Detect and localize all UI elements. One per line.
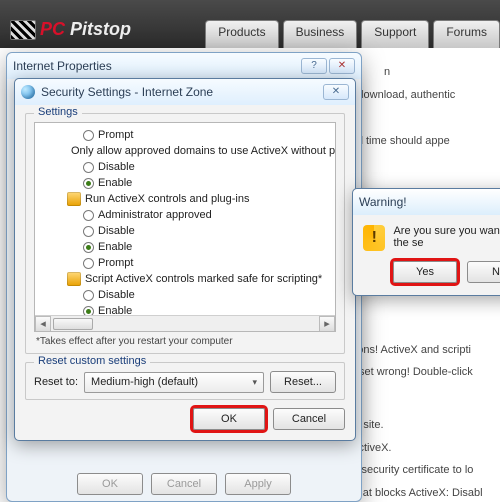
option-prompt[interactable]: Prompt [98, 129, 133, 141]
radio-icon[interactable] [83, 290, 94, 301]
settings-group: Settings Prompt Only allow approved doma… [25, 113, 345, 354]
reset-level-value: Medium-high (default) [91, 376, 198, 388]
flag-icon [10, 20, 36, 40]
reset-level-combo[interactable]: Medium-high (default) [84, 372, 264, 393]
settings-tree[interactable]: Prompt Only allow approved domains to us… [34, 122, 336, 332]
cancel-button[interactable]: Cancel [273, 408, 345, 430]
window-buttons: ? ✕ [301, 58, 355, 74]
site-nav: Products Business Support Forums [201, 20, 500, 48]
yes-button[interactable]: Yes [393, 261, 457, 283]
ip-apply-button[interactable]: Apply [225, 473, 291, 495]
reset-button[interactable]: Reset... [270, 371, 336, 393]
heading-approved-domains: Only allow approved domains to use Activ… [71, 145, 336, 157]
scroll-thumb[interactable] [53, 318, 93, 330]
site-logo: PC Pitstop [0, 13, 141, 48]
option-disable[interactable]: Disable [98, 225, 135, 237]
option-disable[interactable]: Disable [98, 289, 135, 301]
horizontal-scrollbar[interactable]: ◂ ▸ [35, 315, 335, 331]
warning-message: Are you sure you want to change the se [393, 225, 500, 249]
activex-icon [67, 272, 81, 286]
radio-icon[interactable] [83, 178, 94, 189]
reset-to-label: Reset to: [34, 376, 78, 388]
option-enable[interactable]: Enable [98, 177, 132, 189]
option-disable[interactable]: Disable [98, 161, 135, 173]
internet-properties-title: Internet Properties [13, 59, 112, 73]
internet-properties-titlebar[interactable]: Internet Properties ? ✕ [7, 53, 361, 79]
warning-icon [363, 225, 385, 251]
nav-forums[interactable]: Forums [433, 20, 500, 48]
radio-icon[interactable] [83, 242, 94, 253]
no-button[interactable]: No [467, 261, 500, 283]
scroll-left-icon[interactable]: ◂ [35, 316, 51, 332]
option-admin-approved[interactable]: Administrator approved [98, 209, 212, 221]
close-button[interactable]: ✕ [323, 84, 349, 100]
nav-products[interactable]: Products [205, 20, 278, 48]
warning-message-row: Are you sure you want to change the se [363, 225, 500, 251]
radio-icon[interactable] [83, 210, 94, 221]
security-settings-titlebar[interactable]: Security Settings - Internet Zone ✕ [15, 79, 355, 105]
scroll-right-icon[interactable]: ▸ [319, 316, 335, 332]
radio-icon[interactable] [83, 130, 94, 141]
security-settings-title: Security Settings - Internet Zone [41, 85, 213, 99]
heading-script-activex: Script ActiveX controls marked safe for … [85, 273, 322, 285]
ip-ok-button[interactable]: OK [77, 473, 143, 495]
close-button[interactable]: ✕ [329, 58, 355, 74]
ok-button[interactable]: OK [193, 408, 265, 430]
warning-dialog: Warning! ✕ Are you sure you want to chan… [352, 188, 500, 296]
restart-footnote: *Takes effect after you restart your com… [36, 336, 336, 347]
warning-titlebar[interactable]: Warning! ✕ [353, 189, 500, 215]
reset-group: Reset custom settings Reset to: Medium-h… [25, 362, 345, 400]
activex-icon [67, 192, 81, 206]
radio-icon[interactable] [83, 226, 94, 237]
radio-icon[interactable] [83, 162, 94, 173]
heading-run-activex: Run ActiveX controls and plug-ins [85, 193, 249, 205]
site-header: PC Pitstop Products Business Support For… [0, 0, 500, 48]
help-button[interactable]: ? [301, 58, 327, 74]
reset-legend: Reset custom settings [34, 355, 150, 367]
option-prompt[interactable]: Prompt [98, 257, 133, 269]
security-settings-dialog: Security Settings - Internet Zone ✕ Sett… [14, 78, 356, 441]
warning-title: Warning! [359, 195, 407, 209]
nav-support[interactable]: Support [361, 20, 429, 48]
page-text: n [384, 64, 486, 81]
globe-icon [21, 85, 35, 99]
logo-text-pitstop: Pitstop [70, 19, 131, 39]
settings-legend: Settings [34, 106, 82, 118]
radio-icon[interactable] [83, 258, 94, 269]
option-enable[interactable]: Enable [98, 241, 132, 253]
nav-business[interactable]: Business [283, 20, 358, 48]
ip-cancel-button[interactable]: Cancel [151, 473, 217, 495]
logo-text-pc: PC [40, 19, 65, 39]
